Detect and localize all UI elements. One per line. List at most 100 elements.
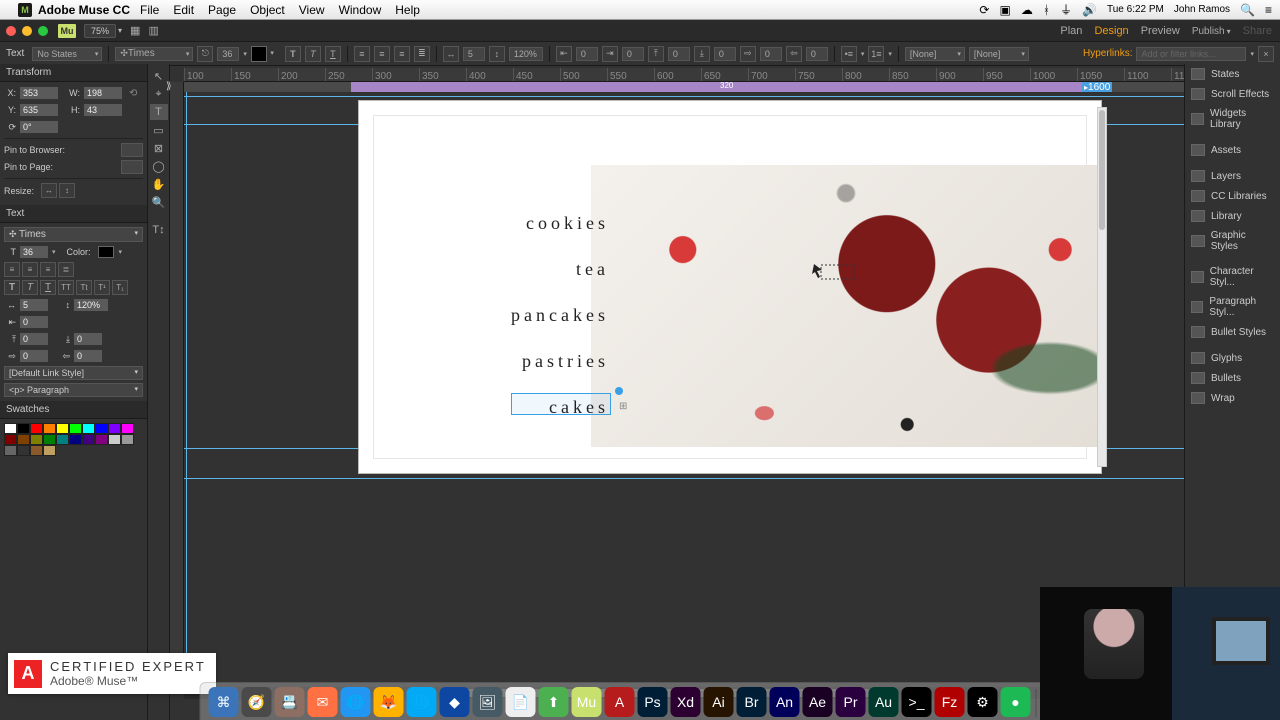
text-ttcaps[interactable]: TT	[58, 280, 74, 295]
align-left-button[interactable]: ≡	[354, 46, 370, 62]
menu-item-pancakes[interactable]: pancakes	[509, 305, 609, 326]
zoom-dropdown-icon[interactable]: ▾	[118, 26, 122, 35]
zoom-level[interactable]: 75%	[84, 24, 116, 38]
pin-page-grid[interactable]	[121, 160, 143, 174]
page-scrollbar[interactable]	[1097, 107, 1107, 467]
window-minimize-icon[interactable]	[22, 26, 32, 36]
text-space-before[interactable]	[19, 332, 49, 346]
text-italic[interactable]: T	[22, 280, 38, 295]
spotlight-icon[interactable]: 🔍	[1240, 3, 1255, 17]
dock-app[interactable]: Xd	[671, 687, 701, 717]
text-super[interactable]: T¹	[94, 280, 110, 295]
dock-app[interactable]: 📄	[506, 687, 536, 717]
camera-icon[interactable]: ▣	[999, 3, 1010, 17]
dock-app[interactable]: A	[605, 687, 635, 717]
dock-app[interactable]: Ps	[638, 687, 668, 717]
layout-icon[interactable]: ▥	[148, 24, 158, 37]
mode-plan[interactable]: Plan	[1060, 25, 1082, 37]
menu-window[interactable]: Window	[339, 3, 382, 17]
swatch[interactable]	[43, 423, 56, 434]
swatch[interactable]	[17, 423, 30, 434]
italic-button[interactable]: T	[305, 46, 321, 62]
selection-tool[interactable]: ↖	[150, 68, 168, 84]
panel-library[interactable]: Library	[1185, 206, 1280, 226]
panel-transform-title[interactable]: Transform	[0, 64, 147, 82]
mode-publish[interactable]: Publish▾	[1192, 25, 1231, 37]
hyperlinks-dropdown-icon[interactable]: ▾	[1250, 50, 1254, 58]
swatch[interactable]	[82, 434, 95, 445]
dock-app[interactable]: Ai	[704, 687, 734, 717]
volume-icon[interactable]: 🔊	[1082, 3, 1097, 17]
text-lastline[interactable]	[73, 349, 103, 363]
text-font-dropdown[interactable]: ✣ Times	[4, 227, 143, 242]
rect-frame-tool[interactable]: ⊠	[150, 140, 168, 156]
text-color-swatch[interactable]	[251, 46, 267, 62]
swatch[interactable]	[69, 434, 82, 445]
swatch[interactable]	[17, 434, 30, 445]
align-center-button[interactable]: ≡	[374, 46, 390, 62]
bp-left-arrow-icon[interactable]: ⟫	[166, 81, 172, 92]
swatch[interactable]	[17, 445, 30, 456]
menubar-user[interactable]: John Ramos	[1174, 4, 1230, 15]
transform-w[interactable]	[83, 86, 123, 100]
swatch[interactable]	[56, 434, 69, 445]
hyperlinks-field[interactable]: Add or filter links...	[1136, 47, 1246, 61]
dock-app[interactable]: Pr	[836, 687, 866, 717]
menu-file[interactable]: File	[140, 3, 159, 17]
last-line-indent[interactable]: 0	[806, 47, 828, 61]
font-family-dropdown[interactable]: ✣ Times	[115, 47, 193, 61]
panel-bullet-styles[interactable]: Bullet Styles	[1185, 322, 1280, 342]
number-list-button[interactable]: 1≡	[868, 46, 884, 62]
menu-page[interactable]: Page	[208, 3, 236, 17]
ellipse-tool[interactable]: ◯	[150, 158, 168, 174]
swatch[interactable]	[82, 423, 95, 434]
swatch[interactable]	[30, 423, 43, 434]
panel-wrap[interactable]: Wrap	[1185, 388, 1280, 408]
text-indent-l[interactable]	[19, 315, 49, 329]
dock-app[interactable]: 🖼	[473, 687, 503, 717]
panel-text-title[interactable]: Text	[0, 205, 147, 223]
dock-app[interactable]: Fz	[935, 687, 965, 717]
align-right-button[interactable]: ≡	[394, 46, 410, 62]
menu-help[interactable]: Help	[395, 3, 420, 17]
text-tool[interactable]: T	[150, 104, 168, 120]
space-before[interactable]: 0	[668, 47, 690, 61]
swatch[interactable]	[69, 423, 82, 434]
menu-view[interactable]: View	[299, 3, 325, 17]
breakpoint-end[interactable]: ▸1600	[1082, 82, 1112, 92]
dock-app[interactable]: 🌐	[341, 687, 371, 717]
transform-rotation[interactable]	[19, 120, 59, 134]
dock-app[interactable]: ✉	[308, 687, 338, 717]
panel-layers[interactable]: Layers	[1185, 166, 1280, 186]
swatch[interactable]	[43, 445, 56, 456]
swatch[interactable]	[95, 423, 108, 434]
menu-edit[interactable]: Edit	[173, 3, 194, 17]
dock-app[interactable]: Mu	[572, 687, 602, 717]
vertical-text-tool[interactable]: T↕	[150, 222, 168, 238]
align-justify-button[interactable]: ≣	[414, 46, 430, 62]
font-size-field[interactable]: 36	[217, 47, 239, 61]
space-after[interactable]: 0	[714, 47, 736, 61]
text-underline[interactable]: T	[40, 280, 56, 295]
bold-button[interactable]: T	[285, 46, 301, 62]
panel-paragraph-styl-[interactable]: Paragraph Styl...	[1185, 292, 1280, 322]
text-leading[interactable]	[73, 298, 109, 312]
para-align-center[interactable]: ≡	[22, 262, 38, 277]
paragraph-tag-dropdown[interactable]: <p> Paragraph	[4, 383, 143, 397]
para-align-justify[interactable]: ≣	[58, 262, 74, 277]
menubar-time[interactable]: Tue 6:22 PM	[1107, 4, 1164, 15]
panel-swatches-title[interactable]: Swatches	[0, 401, 147, 419]
swatch[interactable]	[30, 445, 43, 456]
states-dropdown[interactable]: No States	[32, 47, 102, 61]
dock-app[interactable]: ⬆	[539, 687, 569, 717]
menu-item-cakes[interactable]: cakes	[509, 397, 609, 418]
hyperlinks-clear-button[interactable]: ×	[1258, 46, 1274, 62]
indent-left[interactable]: 0	[576, 47, 598, 61]
char-style-dropdown[interactable]: [None]	[905, 47, 965, 61]
indent-right[interactable]: 0	[622, 47, 644, 61]
first-line-indent[interactable]: 0	[760, 47, 782, 61]
resize-h-button[interactable]: ↔	[41, 183, 57, 198]
dock-app[interactable]: ⌘	[209, 687, 239, 717]
fontsize-dropdown-icon[interactable]: ▾	[243, 50, 247, 58]
notifications-icon[interactable]: ≡	[1265, 3, 1272, 17]
